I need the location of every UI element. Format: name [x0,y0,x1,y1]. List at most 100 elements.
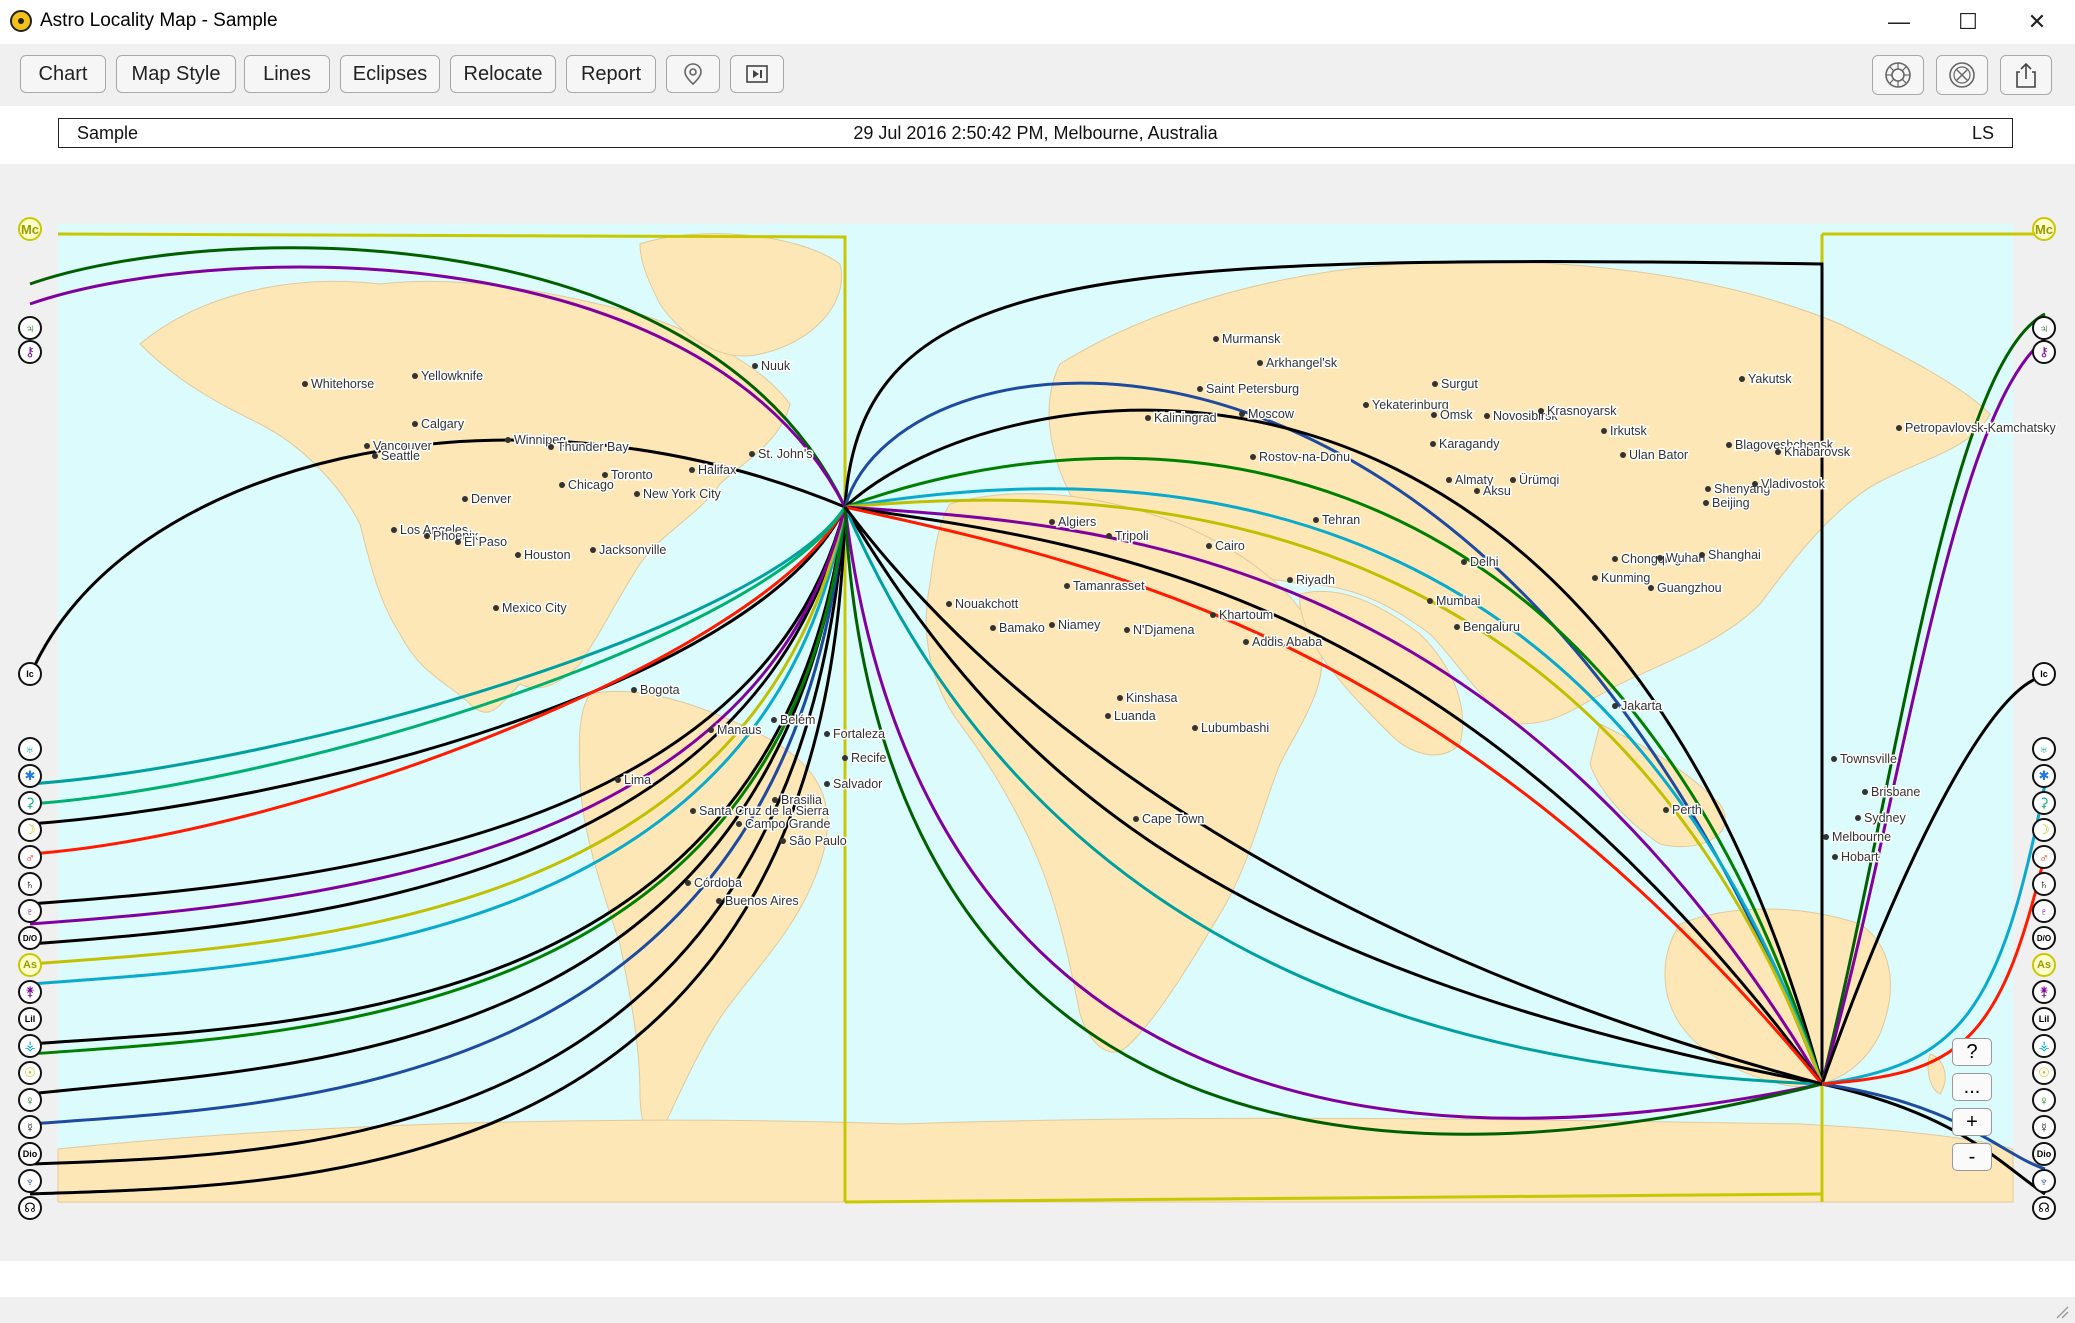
neptune-right-icon[interactable]: ♆ [2032,1169,2056,1193]
city-marker: São Paulo [780,833,848,850]
minimize-button[interactable]: — [1868,0,1930,44]
pluto-left-icon[interactable]: ♇ [18,899,42,923]
neptune-left-icon[interactable]: ♆ [18,1169,42,1193]
location-pin-button[interactable] [666,55,720,93]
city-dot [302,381,308,387]
locality-map[interactable]: WhitehorseYellowknifeNuukCalgaryWinnipeg… [0,164,2075,1261]
play-step-button[interactable] [730,55,784,93]
city-marker: Moscow [1239,406,1296,423]
pluto-right-icon[interactable]: ♇ [2032,899,2056,923]
title-bar: Astro Locality Map - Sample — ☐ ✕ [0,0,2075,44]
city-marker: Guangzhou [1648,580,1723,597]
city-label: Ürümqi [1519,473,1559,487]
eclipses-button[interactable]: Eclipses [340,55,440,93]
city-dot [1210,612,1216,618]
sun-right-icon[interactable]: ☉ [2032,1061,2056,1085]
vesta-left-icon[interactable]: ⚶ [18,1034,42,1058]
city-marker: Manaus [708,722,763,739]
city-dot [1703,500,1709,506]
asc-left-icon[interactable]: As [18,953,42,977]
dsc-right-icon[interactable]: D/O [2032,926,2056,950]
dsc-left-icon[interactable]: D/O [18,926,42,950]
neptune-star-left-icon[interactable]: ✱ [18,764,42,788]
ceres-right-icon[interactable]: ⚳ [2032,791,2056,815]
zoom-in-button[interactable]: + [1952,1108,1992,1136]
chart-wheel-button[interactable] [1872,55,1924,95]
chiron-left-icon[interactable]: ⚷ [18,340,42,364]
juno-left-icon[interactable]: ⚵ [18,980,42,1004]
city-dot [615,777,621,783]
lines-button[interactable]: Lines [244,55,330,93]
ceres-left-icon[interactable]: ⚳ [18,791,42,815]
lilith-right-icon[interactable]: Lil [2032,1007,2056,1031]
settings-wheel-button[interactable] [1936,55,1988,95]
city-dot [842,755,848,761]
moon-left-icon[interactable]: ☽ [18,818,42,842]
chart-button[interactable]: Chart [20,55,106,93]
saturn-right-icon[interactable]: ♄ [2032,872,2056,896]
mars-right-icon[interactable]: ♂ [2032,845,2056,869]
saturn-left-icon[interactable]: ♄ [18,872,42,896]
city-marker: Mumbai [1427,593,1482,610]
share-button[interactable] [2000,55,2052,95]
uranus-left-icon[interactable]: ♅ [18,737,42,761]
city-label: Calgary [421,417,465,431]
city-dot [634,491,640,497]
dio-left-icon[interactable]: Dio [18,1142,42,1166]
mercury-left-icon[interactable]: ☿ [18,1115,42,1139]
city-label: Delhi [1470,555,1499,569]
city-marker: Vladivostok [1752,476,1827,493]
asc-right-icon[interactable]: As [2032,953,2056,977]
city-marker: Karagandy [1430,436,1502,453]
node-right-icon[interactable]: ☊ [2032,1196,2056,1220]
close-button[interactable]: ✕ [2006,0,2068,44]
city-marker: Arkhangel'sk [1257,355,1339,372]
jupiter-left-icon[interactable]: ♃ [18,316,42,340]
city-dot [1538,408,1544,414]
city-label: Yekaterinburg [1372,398,1449,412]
zoom-out-button[interactable]: - [1952,1143,1992,1171]
city-marker: Shanghai [1699,547,1762,564]
city-label: Niamey [1058,618,1101,632]
venus-right-icon[interactable]: ♀ [2032,1088,2056,1112]
city-marker: Townsville [1831,751,1899,768]
mercury-right-icon[interactable]: ☿ [2032,1115,2056,1139]
mars-left-icon[interactable]: ♂ [18,845,42,869]
more-options-button[interactable]: ... [1952,1073,1992,1101]
sun-left-icon[interactable]: ☉ [18,1061,42,1085]
city-marker: Campo Grande [736,816,832,833]
mc-left-icon[interactable]: Mc [18,217,42,241]
mc-right-icon[interactable]: Mc [2032,217,2056,241]
moon-right-icon[interactable]: ☽ [2032,818,2056,842]
chiron-right-icon[interactable]: ⚷ [2032,340,2056,364]
report-button[interactable]: Report [566,55,656,93]
venus-left-icon[interactable]: ♀ [18,1088,42,1112]
city-label: Townsville [1840,752,1897,766]
city-dot [1427,598,1433,604]
city-label: Sydney [1864,811,1906,825]
chart-wheel-icon [1885,62,1911,88]
vesta-right-icon[interactable]: ⚶ [2032,1034,2056,1058]
ic-right-icon[interactable]: Ic [2032,662,2056,686]
juno-right-icon[interactable]: ⚵ [2032,980,2056,1004]
help-button[interactable]: ? [1952,1038,1992,1066]
chart-code: LS [1971,123,1994,143]
city-dot [505,437,511,443]
city-label: Houston [524,548,571,562]
map-style-button[interactable]: Map Style [116,55,236,93]
ic-left-icon[interactable]: Ic [18,662,42,686]
uranus-right-icon[interactable]: ♅ [2032,737,2056,761]
city-marker: Khartoum [1210,607,1275,624]
city-marker: Kinshasa [1117,690,1179,707]
jupiter-right-icon[interactable]: ♃ [2032,316,2056,340]
maximize-button[interactable]: ☐ [1937,0,1999,44]
dio-right-icon[interactable]: Dio [2032,1142,2056,1166]
city-label: Khartoum [1219,608,1273,622]
resize-grip-icon[interactable] [2053,1303,2069,1319]
map-area[interactable]: Whitehorse Yellowknife Nuuk Calgary Winnipeg… [0,164,2075,1261]
neptune-star-right-icon[interactable]: ✱ [2032,764,2056,788]
relocate-button[interactable]: Relocate [450,55,556,93]
lilith-left-icon[interactable]: Lil [18,1007,42,1031]
city-label: Lubumbashi [1201,721,1269,735]
node-left-icon[interactable]: ☊ [18,1196,42,1220]
